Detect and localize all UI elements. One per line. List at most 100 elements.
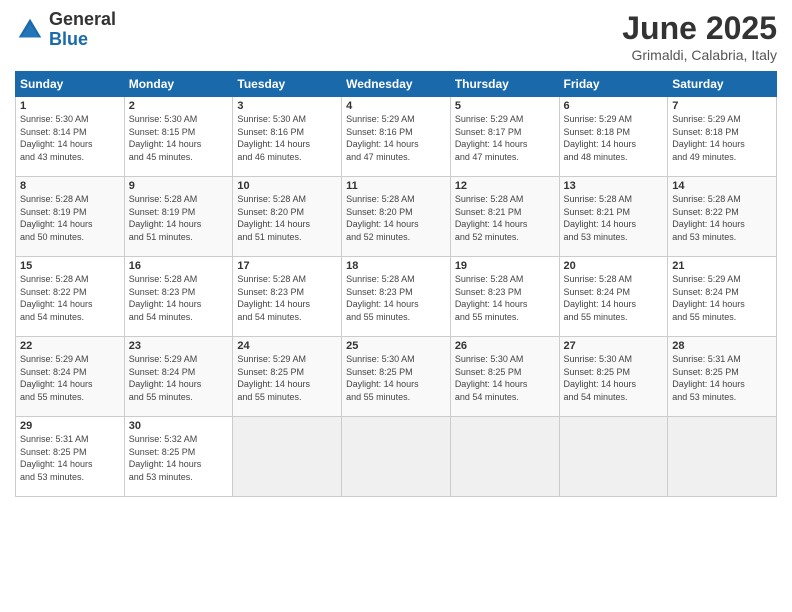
- day-number: 2: [129, 100, 229, 112]
- calendar-cell: 28 Sunrise: 5:31 AM Sunset: 8:25 PM Dayl…: [668, 337, 777, 417]
- logo-blue: Blue: [49, 30, 116, 50]
- calendar-cell: 19 Sunrise: 5:28 AM Sunset: 8:23 PM Dayl…: [450, 257, 559, 337]
- calendar-table: Sunday Monday Tuesday Wednesday Thursday…: [15, 71, 777, 497]
- header-monday: Monday: [124, 72, 233, 97]
- calendar-cell: 1 Sunrise: 5:30 AM Sunset: 8:14 PM Dayli…: [16, 97, 125, 177]
- day-info: Sunrise: 5:30 AM Sunset: 8:25 PM Dayligh…: [346, 353, 446, 403]
- day-number: 24: [237, 340, 337, 352]
- calendar-week-3: 15 Sunrise: 5:28 AM Sunset: 8:22 PM Dayl…: [16, 257, 777, 337]
- header-wednesday: Wednesday: [342, 72, 451, 97]
- day-number: 21: [672, 260, 772, 272]
- day-number: 3: [237, 100, 337, 112]
- calendar-cell: 12 Sunrise: 5:28 AM Sunset: 8:21 PM Dayl…: [450, 177, 559, 257]
- logo-icon: [15, 15, 45, 45]
- logo-general: General: [49, 10, 116, 30]
- header-row: Sunday Monday Tuesday Wednesday Thursday…: [16, 72, 777, 97]
- page: General Blue June 2025 Grimaldi, Calabri…: [0, 0, 792, 612]
- day-info: Sunrise: 5:28 AM Sunset: 8:19 PM Dayligh…: [129, 193, 229, 243]
- calendar-week-1: 1 Sunrise: 5:30 AM Sunset: 8:14 PM Dayli…: [16, 97, 777, 177]
- day-info: Sunrise: 5:28 AM Sunset: 8:20 PM Dayligh…: [237, 193, 337, 243]
- day-info: Sunrise: 5:28 AM Sunset: 8:23 PM Dayligh…: [129, 273, 229, 323]
- day-number: 19: [455, 260, 555, 272]
- calendar-cell: 17 Sunrise: 5:28 AM Sunset: 8:23 PM Dayl…: [233, 257, 342, 337]
- header-friday: Friday: [559, 72, 668, 97]
- calendar-cell: 20 Sunrise: 5:28 AM Sunset: 8:24 PM Dayl…: [559, 257, 668, 337]
- day-number: 1: [20, 100, 120, 112]
- day-info: Sunrise: 5:29 AM Sunset: 8:24 PM Dayligh…: [672, 273, 772, 323]
- day-info: Sunrise: 5:29 AM Sunset: 8:18 PM Dayligh…: [672, 113, 772, 163]
- calendar-cell: 5 Sunrise: 5:29 AM Sunset: 8:17 PM Dayli…: [450, 97, 559, 177]
- day-info: Sunrise: 5:30 AM Sunset: 8:25 PM Dayligh…: [564, 353, 664, 403]
- day-info: Sunrise: 5:29 AM Sunset: 8:16 PM Dayligh…: [346, 113, 446, 163]
- day-info: Sunrise: 5:28 AM Sunset: 8:20 PM Dayligh…: [346, 193, 446, 243]
- day-number: 16: [129, 260, 229, 272]
- calendar-cell: 6 Sunrise: 5:29 AM Sunset: 8:18 PM Dayli…: [559, 97, 668, 177]
- calendar-cell: 8 Sunrise: 5:28 AM Sunset: 8:19 PM Dayli…: [16, 177, 125, 257]
- day-info: Sunrise: 5:31 AM Sunset: 8:25 PM Dayligh…: [672, 353, 772, 403]
- calendar-week-4: 22 Sunrise: 5:29 AM Sunset: 8:24 PM Dayl…: [16, 337, 777, 417]
- calendar-cell: 18 Sunrise: 5:28 AM Sunset: 8:23 PM Dayl…: [342, 257, 451, 337]
- header-saturday: Saturday: [668, 72, 777, 97]
- day-info: Sunrise: 5:30 AM Sunset: 8:25 PM Dayligh…: [455, 353, 555, 403]
- day-number: 8: [20, 180, 120, 192]
- calendar-cell: 11 Sunrise: 5:28 AM Sunset: 8:20 PM Dayl…: [342, 177, 451, 257]
- calendar-cell: 2 Sunrise: 5:30 AM Sunset: 8:15 PM Dayli…: [124, 97, 233, 177]
- calendar-cell: [668, 417, 777, 497]
- day-info: Sunrise: 5:28 AM Sunset: 8:23 PM Dayligh…: [346, 273, 446, 323]
- day-number: 12: [455, 180, 555, 192]
- calendar-subtitle: Grimaldi, Calabria, Italy: [622, 47, 777, 63]
- day-info: Sunrise: 5:28 AM Sunset: 8:23 PM Dayligh…: [455, 273, 555, 323]
- day-info: Sunrise: 5:28 AM Sunset: 8:21 PM Dayligh…: [455, 193, 555, 243]
- calendar-cell: 29 Sunrise: 5:31 AM Sunset: 8:25 PM Dayl…: [16, 417, 125, 497]
- day-number: 17: [237, 260, 337, 272]
- calendar-cell: 4 Sunrise: 5:29 AM Sunset: 8:16 PM Dayli…: [342, 97, 451, 177]
- calendar-cell: 15 Sunrise: 5:28 AM Sunset: 8:22 PM Dayl…: [16, 257, 125, 337]
- calendar-cell: 16 Sunrise: 5:28 AM Sunset: 8:23 PM Dayl…: [124, 257, 233, 337]
- calendar-cell: 7 Sunrise: 5:29 AM Sunset: 8:18 PM Dayli…: [668, 97, 777, 177]
- logo: General Blue: [15, 10, 116, 50]
- calendar-cell: [233, 417, 342, 497]
- header-sunday: Sunday: [16, 72, 125, 97]
- day-info: Sunrise: 5:30 AM Sunset: 8:15 PM Dayligh…: [129, 113, 229, 163]
- day-number: 4: [346, 100, 446, 112]
- day-number: 10: [237, 180, 337, 192]
- day-number: 27: [564, 340, 664, 352]
- day-number: 13: [564, 180, 664, 192]
- day-info: Sunrise: 5:28 AM Sunset: 8:22 PM Dayligh…: [672, 193, 772, 243]
- calendar-cell: 23 Sunrise: 5:29 AM Sunset: 8:24 PM Dayl…: [124, 337, 233, 417]
- day-number: 5: [455, 100, 555, 112]
- day-number: 14: [672, 180, 772, 192]
- calendar-cell: 25 Sunrise: 5:30 AM Sunset: 8:25 PM Dayl…: [342, 337, 451, 417]
- header: General Blue June 2025 Grimaldi, Calabri…: [15, 10, 777, 63]
- calendar-cell: 22 Sunrise: 5:29 AM Sunset: 8:24 PM Dayl…: [16, 337, 125, 417]
- day-number: 30: [129, 420, 229, 432]
- title-block: June 2025 Grimaldi, Calabria, Italy: [622, 10, 777, 63]
- day-info: Sunrise: 5:29 AM Sunset: 8:25 PM Dayligh…: [237, 353, 337, 403]
- day-number: 20: [564, 260, 664, 272]
- day-number: 29: [20, 420, 120, 432]
- day-info: Sunrise: 5:30 AM Sunset: 8:14 PM Dayligh…: [20, 113, 120, 163]
- day-number: 6: [564, 100, 664, 112]
- day-number: 11: [346, 180, 446, 192]
- calendar-cell: 9 Sunrise: 5:28 AM Sunset: 8:19 PM Dayli…: [124, 177, 233, 257]
- day-info: Sunrise: 5:29 AM Sunset: 8:24 PM Dayligh…: [20, 353, 120, 403]
- day-info: Sunrise: 5:29 AM Sunset: 8:24 PM Dayligh…: [129, 353, 229, 403]
- day-info: Sunrise: 5:28 AM Sunset: 8:22 PM Dayligh…: [20, 273, 120, 323]
- day-info: Sunrise: 5:28 AM Sunset: 8:24 PM Dayligh…: [564, 273, 664, 323]
- calendar-cell: [450, 417, 559, 497]
- day-number: 7: [672, 100, 772, 112]
- day-info: Sunrise: 5:28 AM Sunset: 8:19 PM Dayligh…: [20, 193, 120, 243]
- calendar-cell: [559, 417, 668, 497]
- calendar-cell: 27 Sunrise: 5:30 AM Sunset: 8:25 PM Dayl…: [559, 337, 668, 417]
- calendar-cell: 30 Sunrise: 5:32 AM Sunset: 8:25 PM Dayl…: [124, 417, 233, 497]
- calendar-cell: 26 Sunrise: 5:30 AM Sunset: 8:25 PM Dayl…: [450, 337, 559, 417]
- day-number: 26: [455, 340, 555, 352]
- day-number: 15: [20, 260, 120, 272]
- calendar-cell: 3 Sunrise: 5:30 AM Sunset: 8:16 PM Dayli…: [233, 97, 342, 177]
- day-info: Sunrise: 5:32 AM Sunset: 8:25 PM Dayligh…: [129, 433, 229, 483]
- header-thursday: Thursday: [450, 72, 559, 97]
- day-info: Sunrise: 5:29 AM Sunset: 8:17 PM Dayligh…: [455, 113, 555, 163]
- logo-text: General Blue: [49, 10, 116, 50]
- calendar-week-2: 8 Sunrise: 5:28 AM Sunset: 8:19 PM Dayli…: [16, 177, 777, 257]
- day-info: Sunrise: 5:30 AM Sunset: 8:16 PM Dayligh…: [237, 113, 337, 163]
